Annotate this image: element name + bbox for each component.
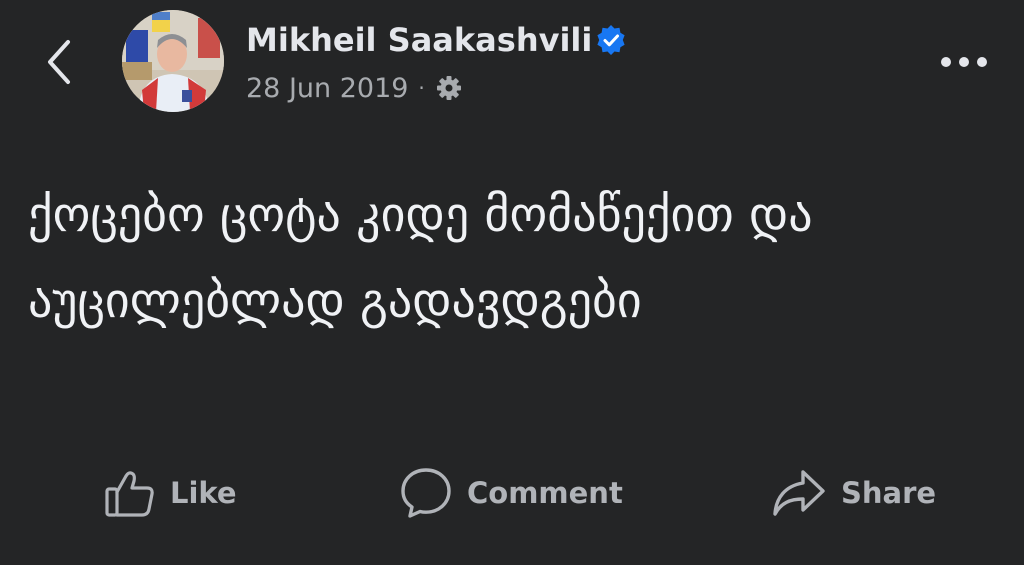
post-header: Mikheil Saakashvili 28 Jun 2019 · (0, 0, 1024, 130)
post-actions: Like Comment Share (0, 462, 1024, 524)
like-button[interactable]: Like (104, 462, 237, 524)
comment-button[interactable]: Comment (399, 462, 623, 524)
like-label: Like (170, 476, 237, 510)
avatar-image (122, 10, 224, 112)
chevron-left-icon (48, 40, 70, 84)
post-timestamp[interactable]: 28 Jun 2019 (246, 73, 408, 104)
more-horizontal-icon (941, 57, 987, 67)
author-name[interactable]: Mikheil Saakashvili (246, 18, 592, 62)
share-label: Share (841, 476, 937, 510)
verified-badge-icon (597, 25, 625, 55)
post-meta: 28 Jun 2019 · (246, 68, 463, 108)
more-options-button[interactable] (934, 42, 994, 82)
share-button[interactable]: Share (771, 462, 936, 524)
meta-separator: · (418, 76, 425, 100)
comment-bubble-icon (401, 468, 451, 518)
comment-label: Comment (467, 476, 623, 510)
share-arrow-icon (773, 470, 825, 516)
post-text: ქოცებო ცოტა კიდე მომაწექით და აუცილებლად… (28, 187, 813, 329)
gear-icon (436, 76, 461, 100)
author-avatar[interactable] (122, 10, 224, 112)
thumbs-up-icon (105, 471, 154, 517)
back-button[interactable] (38, 32, 82, 92)
